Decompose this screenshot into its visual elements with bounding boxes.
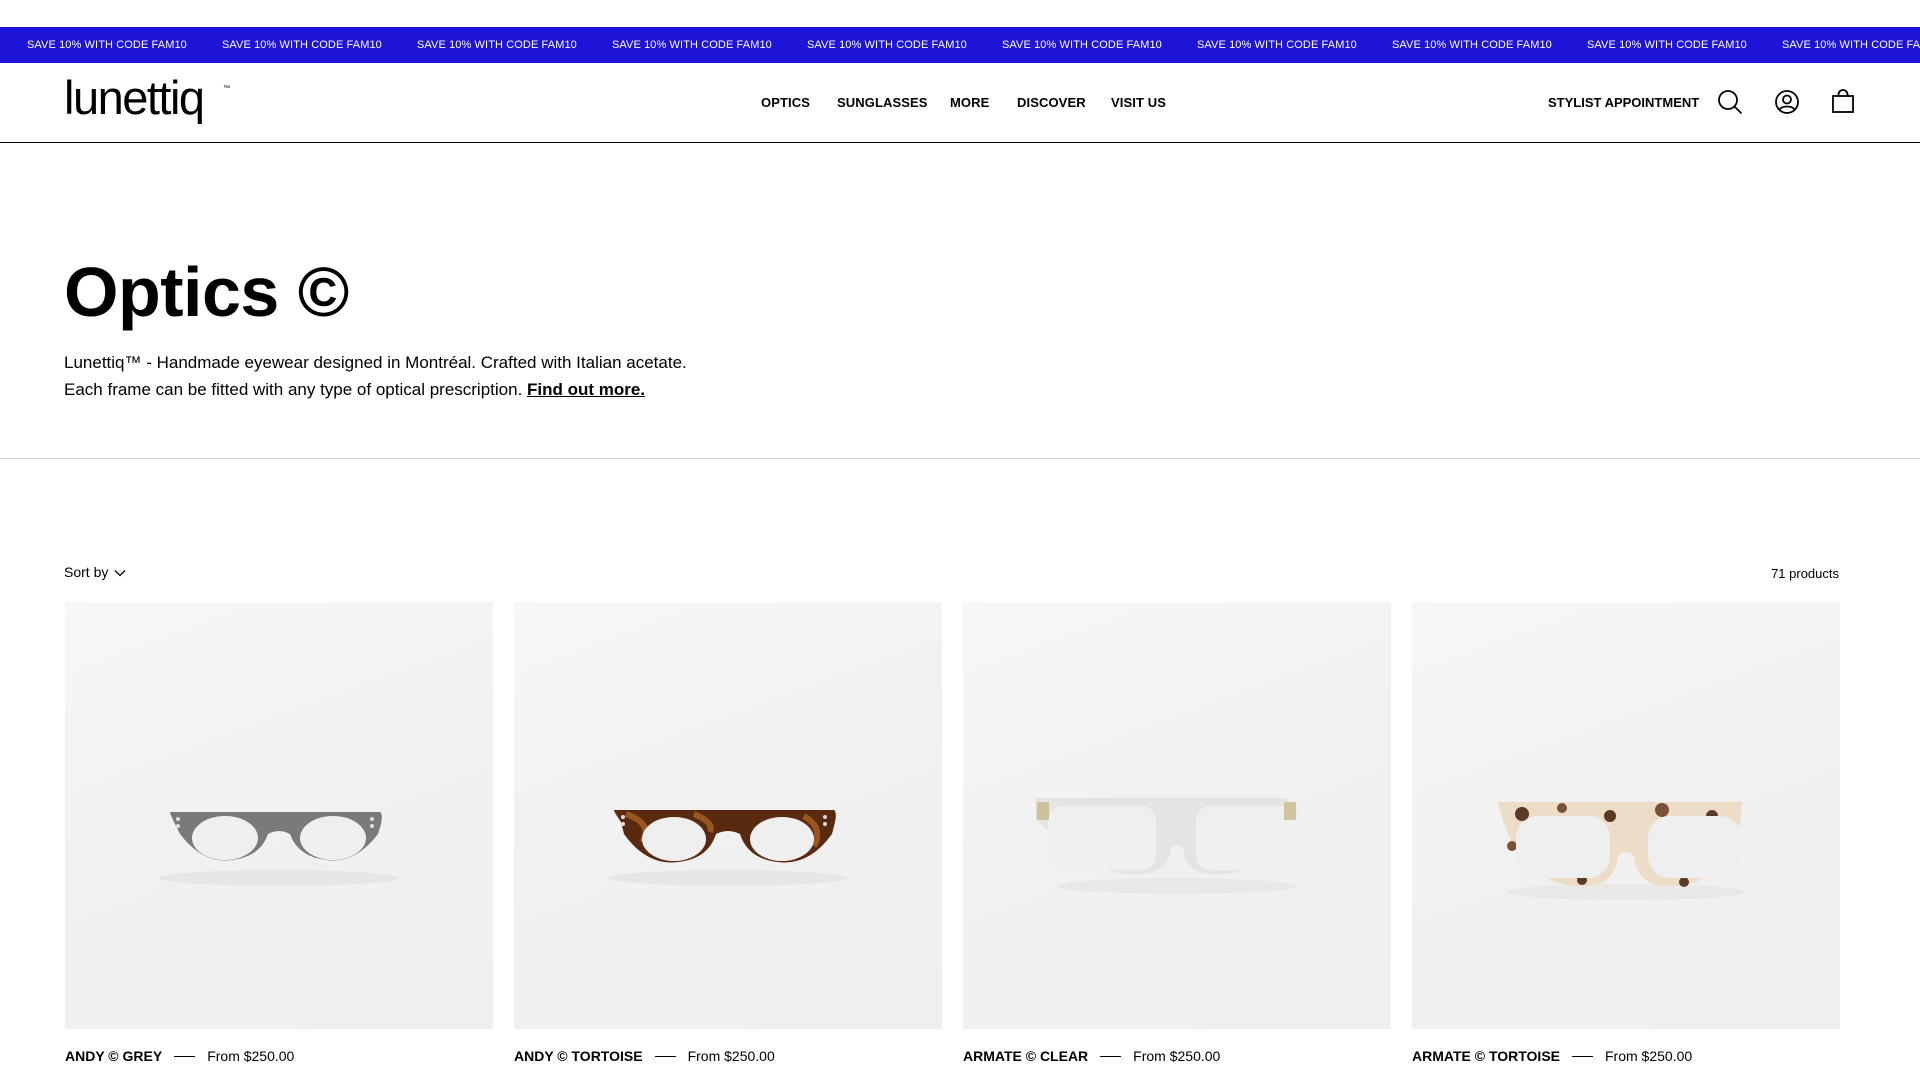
announcement-message: SAVE 10% WITH CODE FAM10 (27, 39, 187, 51)
sort-by-dropdown[interactable]: Sort by (64, 563, 126, 581)
product-meta: ARMATE © TORTOISE From $250.00 (1412, 1047, 1840, 1065)
chevron-down-icon (114, 563, 126, 581)
product-meta: ANDY © TORTOISE From $250.00 (514, 1047, 942, 1065)
nav-discover[interactable]: DISCOVER (1017, 63, 1086, 142)
product-price: From $250.00 (207, 1048, 295, 1064)
announcement-message: SAVE 10% WITH CODE FAM10 (1197, 39, 1357, 51)
page-description-line-1: Lunettiq™ - Handmade eyewear designed in… (64, 353, 687, 372)
page-description-line-2: Each frame can be fitted with any type o… (64, 377, 645, 403)
announcement-message: SAVE 10% WITH CODE FAM10 (1002, 39, 1162, 51)
product-image[interactable] (514, 602, 942, 1029)
separator (174, 1055, 196, 1057)
nav-visit-us[interactable]: VISIT US (1111, 63, 1166, 142)
search-icon[interactable] (1716, 88, 1744, 116)
account-icon[interactable] (1773, 88, 1801, 116)
separator (1572, 1055, 1593, 1057)
announcement-bar: SAVE 10% WITH CODE FAM10 SAVE 10% WITH C… (0, 27, 1920, 63)
product-card[interactable]: ANDY © TORTOISE From $250.00 (514, 602, 942, 1065)
glasses-icon (1498, 802, 1746, 900)
product-card[interactable]: ARMATE © TORTOISE From $250.00 (1412, 602, 1840, 1065)
announcement-message: SAVE 10% WITH CODE FAM10 (807, 39, 967, 51)
announcement-message: SAVE 10% WITH CODE FAM10 (612, 39, 772, 51)
top-spacer (0, 0, 1920, 27)
product-card[interactable]: ARMATE © CLEAR From $250.00 (963, 602, 1391, 1065)
product-image[interactable] (1412, 602, 1840, 1029)
product-card[interactable]: ANDY © GREY From $250.00 (65, 602, 493, 1065)
product-price: From $250.00 (1133, 1048, 1221, 1064)
brand-logo[interactable]: lunettiq ™ (64, 71, 234, 132)
nav-sunglasses[interactable]: SUNGLASSES (837, 63, 928, 142)
section-divider (0, 458, 1920, 459)
product-name[interactable]: ARMATE © CLEAR (963, 1047, 1088, 1065)
announcement-message: SAVE 10% WITH CODE FAM10 (1392, 39, 1552, 51)
announcement-message: SAVE 10% WITH CODE FAM10 (1782, 39, 1920, 51)
page-description-text: Each frame can be fitted with any type o… (64, 380, 523, 399)
site-header: lunettiq ™ OPTICS SUNGLASSES MORE DISCOV… (0, 63, 1920, 143)
separator (1100, 1055, 1122, 1057)
nav-more[interactable]: MORE (950, 63, 989, 142)
nav-optics[interactable]: OPTICS (761, 63, 810, 142)
product-image[interactable] (963, 602, 1391, 1029)
glasses-icon (1035, 798, 1304, 894)
announcement-message: SAVE 10% WITH CODE FAM10 (417, 39, 577, 51)
product-image[interactable] (65, 602, 493, 1029)
product-price: From $250.00 (1605, 1048, 1693, 1064)
glasses-icon (159, 812, 399, 886)
announcement-message: SAVE 10% WITH CODE FAM10 (222, 39, 382, 51)
stylist-appointment-link[interactable]: STYLIST APPOINTMENT (1548, 63, 1699, 142)
cart-icon[interactable] (1829, 88, 1857, 116)
page-title: Optics © (64, 253, 349, 331)
product-meta: ANDY © GREY From $250.00 (65, 1047, 493, 1065)
product-meta: ARMATE © CLEAR From $250.00 (963, 1047, 1391, 1065)
product-count: 71 products (1771, 566, 1839, 581)
logo-wordmark: lunettiq (64, 76, 204, 124)
glasses-icon (608, 810, 848, 886)
find-out-more-link[interactable]: Find out more. (527, 380, 645, 399)
svg-text:™: ™ (223, 85, 230, 92)
sort-by-label: Sort by (64, 564, 109, 580)
announcement-message: SAVE 10% WITH CODE FAM10 (1587, 39, 1747, 51)
separator (654, 1055, 676, 1057)
product-name[interactable]: ARMATE © TORTOISE (1412, 1047, 1560, 1065)
product-price: From $250.00 (687, 1048, 775, 1064)
product-name[interactable]: ANDY © GREY (65, 1047, 162, 1065)
product-name[interactable]: ANDY © TORTOISE (514, 1047, 643, 1065)
